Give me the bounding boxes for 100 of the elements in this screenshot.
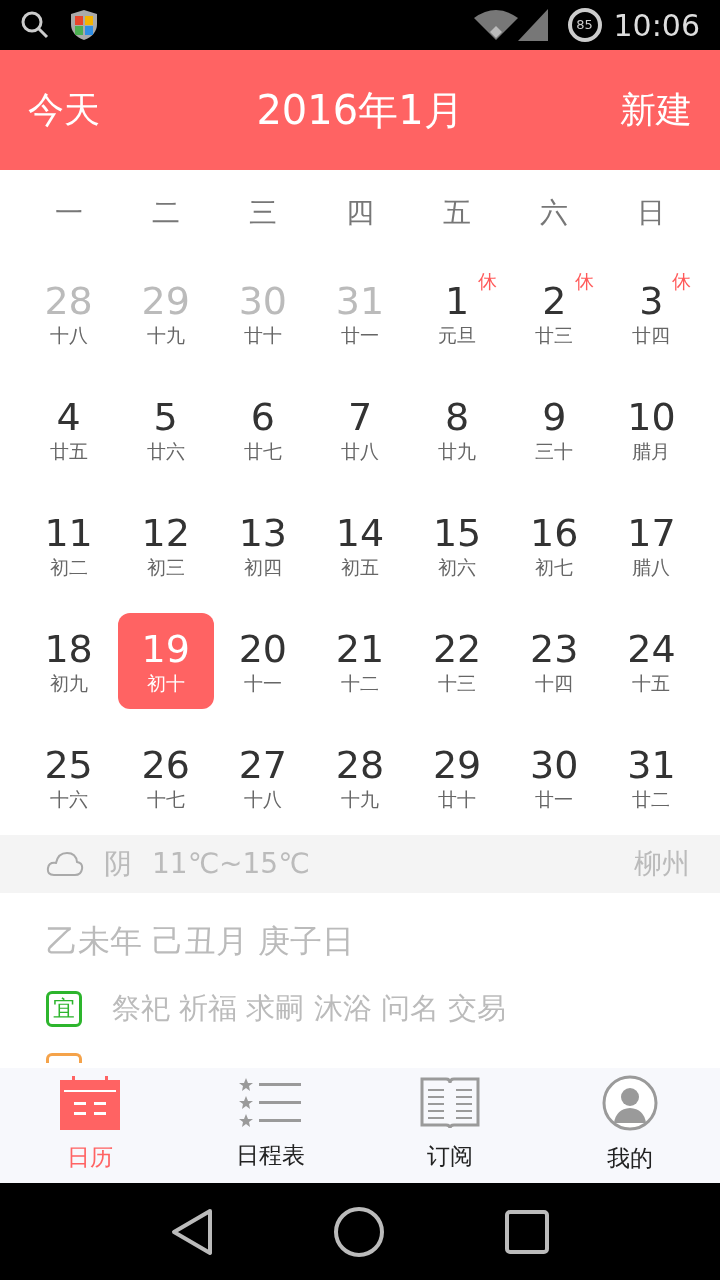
lunar-date: 初二 — [49, 555, 88, 579]
lunar-date: 元旦 — [438, 323, 477, 347]
day-number: 4 — [56, 395, 81, 439]
avatar-icon — [602, 1075, 658, 1132]
day-cell[interactable]: 1 元旦 休 — [409, 265, 506, 361]
day-cell[interactable]: 18 初九 — [20, 613, 117, 709]
day-cell[interactable]: 23 十四 — [506, 613, 603, 709]
day-cell[interactable]: 29 十九 — [117, 265, 214, 361]
day-cell[interactable]: 5 廿六 — [117, 381, 214, 477]
ganzhi-date: 乙未年 己丑月 庚子日 — [46, 921, 356, 962]
day-number: 11 — [44, 511, 93, 555]
lunar-date: 廿一 — [535, 787, 574, 811]
day-cell[interactable]: 22 十三 — [409, 613, 506, 709]
suitable-activities: 祭祀 祈福 求嗣 沐浴 问名 交易 — [112, 990, 507, 1027]
weekday-label: 三 — [247, 194, 278, 231]
lunar-date: 初七 — [535, 555, 574, 579]
day-number: 22 — [432, 627, 482, 671]
temperature-range: 11℃~15℃ — [152, 846, 310, 882]
weekday-label: 一 — [53, 194, 84, 231]
lunar-date: 十九 — [341, 787, 379, 811]
day-cell[interactable]: 21 十二 — [312, 613, 408, 709]
weather-condition: 阴 — [104, 846, 132, 882]
lunar-date: 十八 — [49, 323, 88, 347]
day-cell[interactable]: 14 初五 — [312, 497, 408, 593]
lunar-date: 廿七 — [243, 439, 282, 463]
day-number: 3 — [639, 279, 664, 323]
battery-indicator: 85 — [567, 8, 602, 42]
day-number: 7 — [347, 395, 373, 439]
day-cell[interactable]: 25 十六 — [20, 729, 117, 825]
city-name: 柳州 — [634, 846, 690, 882]
lunar-date: 腊八 — [632, 555, 671, 579]
day-cell[interactable]: 17 腊八 — [603, 497, 700, 593]
lunar-date: 初十 — [146, 671, 185, 695]
clock-time: 10:06 — [613, 6, 700, 45]
day-cell[interactable]: 28 十八 — [20, 265, 117, 361]
tab-item[interactable]: 订阅 — [360, 1068, 540, 1183]
day-number: 10 — [627, 395, 676, 439]
calendar-icon — [60, 1076, 120, 1131]
day-cell[interactable]: 29 廿十 — [409, 729, 506, 825]
day-cell[interactable]: 12 初三 — [117, 497, 214, 593]
day-cell[interactable]: 11 初二 — [20, 497, 117, 593]
day-number: 28 — [335, 743, 385, 787]
lunar-date: 三十 — [535, 439, 574, 463]
day-number: 2 — [542, 279, 567, 323]
day-number: 26 — [141, 743, 190, 787]
day-cell[interactable]: 9 三十 — [506, 381, 603, 477]
day-cell[interactable]: 7 廿八 — [312, 381, 408, 477]
weekday-label: 六 — [539, 194, 570, 231]
day-cell[interactable]: 3 廿四 休 — [603, 265, 700, 361]
day-cell[interactable]: 31 廿二 — [603, 729, 700, 825]
day-number: 29 — [432, 743, 482, 787]
lunar-date: 廿六 — [146, 439, 185, 463]
back-icon[interactable] — [169, 1206, 214, 1257]
day-cell[interactable]: 31 廿一 — [312, 265, 408, 361]
weekday-label: 五 — [442, 194, 473, 231]
lunar-date: 十二 — [341, 671, 379, 695]
day-number: 30 — [530, 743, 579, 787]
day-cell[interactable]: 24 十五 — [603, 613, 700, 709]
tab-item[interactable]: 我的 — [540, 1068, 720, 1183]
lunar-date: 十九 — [146, 323, 185, 347]
signal-icon — [517, 9, 548, 41]
lunar-date: 十八 — [243, 787, 282, 811]
day-cell[interactable]: 26 十七 — [117, 729, 214, 825]
lunar-date: 廿一 — [341, 323, 379, 347]
day-cell[interactable]: 8 廿九 — [409, 381, 506, 477]
day-cell[interactable]: 30 廿一 — [506, 729, 603, 825]
lunar-date: 廿三 — [535, 323, 574, 347]
day-number: 15 — [432, 511, 482, 555]
day-cell[interactable]: 13 初四 — [214, 497, 311, 593]
avoid-mark — [46, 1052, 82, 1063]
lunar-date: 廿四 — [632, 323, 671, 347]
day-cell[interactable]: 6 廿七 — [214, 381, 311, 477]
lunar-date: 十四 — [535, 671, 574, 695]
home-icon[interactable] — [333, 1205, 385, 1258]
tab-item[interactable]: 日程表 — [180, 1068, 360, 1183]
day-cell[interactable]: 30 廿十 — [214, 265, 311, 361]
shield-icon — [70, 9, 98, 41]
lunar-date: 初三 — [146, 555, 185, 579]
lunar-date: 十五 — [632, 671, 671, 695]
holiday-label: 休 — [575, 269, 595, 294]
day-cell[interactable]: 15 初六 — [409, 497, 506, 593]
day-cell[interactable]: 28 十九 — [312, 729, 408, 825]
day-cell[interactable]: 20 十一 — [214, 613, 311, 709]
recents-icon[interactable] — [504, 1208, 551, 1255]
day-cell[interactable]: 2 廿三 休 — [506, 265, 603, 361]
day-number: 5 — [153, 395, 178, 439]
lunar-date: 十三 — [438, 671, 477, 695]
day-cell[interactable]: 27 十八 — [214, 729, 311, 825]
day-cell[interactable]: 4 廿五 — [20, 381, 117, 477]
day-number: 12 — [141, 511, 190, 555]
day-cell[interactable]: 16 初七 — [506, 497, 603, 593]
day-number: 23 — [530, 627, 579, 671]
day-number: 27 — [238, 743, 287, 787]
day-number: 31 — [335, 279, 385, 323]
day-number: 1 — [445, 279, 470, 323]
lunar-date: 十六 — [49, 787, 88, 811]
day-cell[interactable]: 10 腊月 — [603, 381, 700, 477]
day-number: 24 — [627, 627, 676, 671]
lunar-date: 十七 — [146, 787, 185, 811]
lunar-date: 初六 — [438, 555, 477, 579]
